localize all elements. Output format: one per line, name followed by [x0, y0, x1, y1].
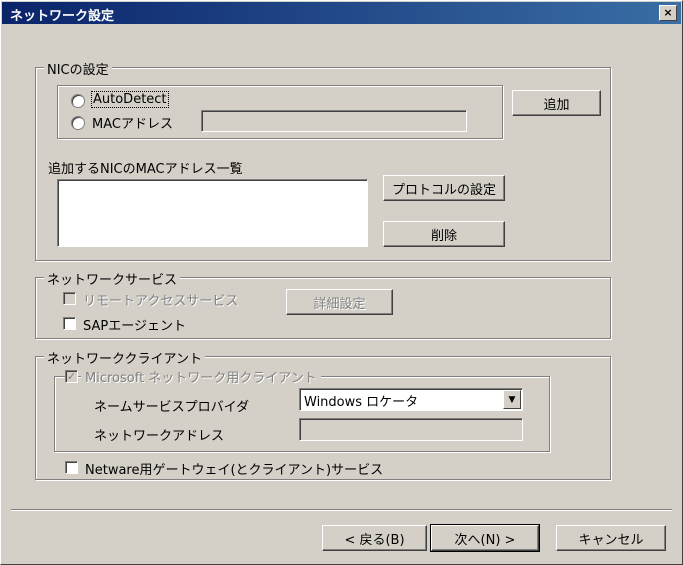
title-bar: ネットワーク設定 × [2, 2, 681, 24]
nic-list-label: 追加するNICのMACアドレス一覧 [48, 162, 243, 177]
network-address-input[interactable] [299, 418, 523, 441]
delete-button[interactable]: 削除 [383, 221, 505, 247]
network-address-label: ネットワークアドレス [94, 429, 225, 444]
cancel-button[interactable]: キャンセル [556, 525, 666, 551]
network-client-legend: ネットワーククライアント [44, 348, 205, 367]
network-service-legend: ネットワークサービス [44, 269, 181, 288]
detail-settings-button[interactable]: 詳細設定 [286, 289, 393, 315]
name-service-label: ネームサービスプロバイダ [94, 400, 250, 415]
remote-access-checkbox[interactable] [63, 292, 76, 305]
next-button[interactable]: 次へ(N) > [430, 524, 540, 552]
footer-separator [11, 509, 672, 511]
ms-client-label[interactable]: Microsoft ネットワーク用クライアント [81, 367, 321, 386]
chevron-down-icon[interactable]: ▼ [503, 390, 521, 409]
mac-address-radio[interactable] [71, 116, 85, 130]
protocol-settings-button[interactable]: プロトコルの設定 [383, 175, 505, 201]
netware-checkbox[interactable] [65, 461, 78, 474]
window-title: ネットワーク設定 [10, 9, 115, 24]
nic-mac-list[interactable] [57, 179, 368, 247]
mac-address-input[interactable] [201, 110, 467, 132]
netware-label[interactable]: Netware用ゲートウェイ(とクライアント)サービス [85, 459, 383, 478]
remote-access-label[interactable]: リモートアクセスサービス [83, 290, 238, 309]
network-settings-dialog: ネットワーク設定 × NICの設定 AutoDetect MACアドレス 追加 … [0, 0, 683, 565]
name-service-value: Windows ロケータ [304, 395, 419, 410]
sap-agent-label[interactable]: SAPエージェント [83, 315, 186, 334]
mac-address-label[interactable]: MACアドレス [92, 113, 173, 132]
autodetect-radio[interactable] [71, 94, 85, 108]
name-service-dropdown[interactable]: Windows ロケータ ▼ [299, 388, 523, 411]
autodetect-label[interactable]: AutoDetect [91, 91, 169, 108]
add-button[interactable]: 追加 [512, 90, 601, 116]
nic-settings-legend: NICの設定 [44, 59, 112, 78]
ms-client-checkbox[interactable]: ✓ [65, 370, 78, 383]
sap-agent-checkbox[interactable] [63, 317, 76, 330]
back-button[interactable]: < 戻る(B) [322, 525, 427, 551]
close-icon[interactable]: × [659, 5, 677, 21]
